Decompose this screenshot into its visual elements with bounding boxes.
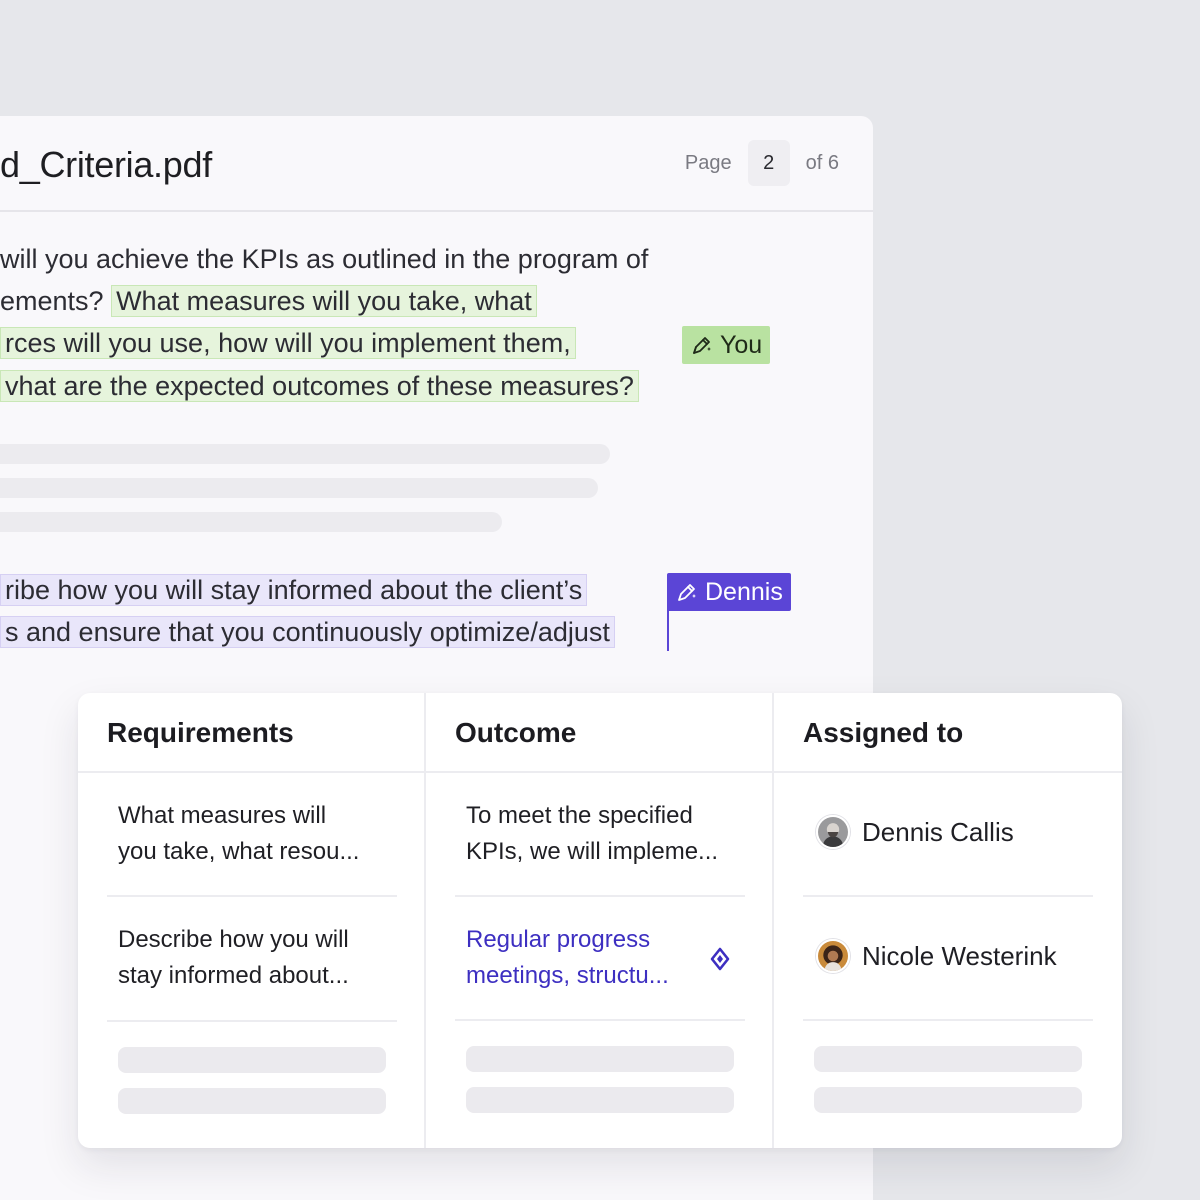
assignee-cell[interactable]: Dennis Callis <box>816 815 1014 849</box>
paragraph-line: will you achieve the KPIs as outlined in… <box>0 244 649 274</box>
paragraph-text: ements? <box>0 286 104 316</box>
column-divider <box>424 693 426 1148</box>
cell-line: meetings, structu... <box>466 962 669 989</box>
assignee-name: Nicole Westerink <box>862 940 1057 971</box>
assignee-name: Dennis Callis <box>862 816 1014 847</box>
paragraph-line: vhat are the expected outcomes of these … <box>0 369 639 403</box>
collaborator-name: You <box>720 330 763 359</box>
cell-line: What measures will <box>118 802 327 829</box>
requirements-table: Requirements Outcome Assigned to What me… <box>78 693 1122 1148</box>
column-header-assigned-to[interactable]: Assigned to <box>803 717 963 749</box>
highlight-dennis[interactable]: s and ensure that you continuously optim… <box>0 616 615 648</box>
column-divider <box>772 693 774 1148</box>
paragraph-line: rces will you use, how will you implemen… <box>0 326 576 360</box>
cell-line: KPIs, we will impleme... <box>466 838 719 865</box>
paragraph-line: ements? What measures will you take, wha… <box>0 284 537 318</box>
cell-line: stay informed about... <box>118 962 349 989</box>
paragraph-line: s and ensure that you continuously optim… <box>0 615 615 649</box>
cell-placeholder <box>118 1088 386 1114</box>
collaborator-tag-you[interactable]: You <box>682 326 771 364</box>
assignee-cell[interactable]: Nicole Westerink <box>816 939 1057 973</box>
cell-placeholder <box>814 1087 1082 1113</box>
page-navigator: Page of 6 <box>685 140 839 186</box>
row-divider <box>107 895 397 897</box>
row-divider <box>803 1019 1093 1021</box>
collaborator-tag-dennis[interactable]: Dennis <box>667 573 791 611</box>
page-label: Page <box>684 151 732 174</box>
magic-pen-icon <box>693 337 711 354</box>
highlight-you[interactable]: What measures will you take, what <box>111 285 537 317</box>
paragraph-line: ribe how you will stay informed about th… <box>0 573 588 607</box>
avatar-dennis-icon <box>818 817 848 847</box>
cell-placeholder <box>118 1047 386 1073</box>
cell-line: To meet the specified <box>466 802 693 829</box>
avatar-nicole-icon <box>818 941 848 971</box>
requirement-cell[interactable]: Describe how you will stay informed abou… <box>118 922 349 994</box>
row-divider <box>107 1020 397 1022</box>
page-total: of 6 <box>805 151 839 174</box>
cell-placeholder <box>814 1046 1082 1072</box>
text-placeholder <box>0 512 502 532</box>
column-header-requirements[interactable]: Requirements <box>107 717 294 749</box>
column-header-outcome[interactable]: Outcome <box>455 717 576 749</box>
row-divider <box>803 895 1093 897</box>
header-divider <box>78 771 1122 773</box>
row-divider <box>455 1019 745 1021</box>
avatar <box>816 939 850 973</box>
collaborator-name: Dennis <box>705 577 783 606</box>
cell-placeholder <box>466 1087 734 1113</box>
outcome-cell[interactable]: To meet the specified KPIs, we will impl… <box>466 798 718 870</box>
pdf-header: d_Criteria.pdf Page of 6 <box>0 116 873 212</box>
ai-sparkle-icon[interactable] <box>707 946 733 972</box>
page-number-input[interactable] <box>747 140 790 186</box>
avatar <box>816 815 850 849</box>
document-title: d_Criteria.pdf <box>0 144 212 185</box>
cell-line: Describe how you will <box>118 926 349 953</box>
outcome-cell-ai-generated[interactable]: Regular progress meetings, structu... <box>466 922 669 994</box>
cell-line: you take, what resou... <box>118 838 360 865</box>
row-divider <box>455 895 745 897</box>
cell-placeholder <box>466 1046 734 1072</box>
highlight-dennis[interactable]: ribe how you will stay informed about th… <box>0 574 588 606</box>
requirement-cell[interactable]: What measures will you take, what resou.… <box>118 798 359 870</box>
magic-pen-icon <box>678 584 696 601</box>
cell-line: Regular progress <box>466 926 651 953</box>
highlight-you[interactable]: vhat are the expected outcomes of these … <box>0 370 639 402</box>
highlight-you[interactable]: rces will you use, how will you implemen… <box>0 327 576 359</box>
text-placeholder <box>0 444 610 464</box>
text-placeholder <box>0 478 598 498</box>
